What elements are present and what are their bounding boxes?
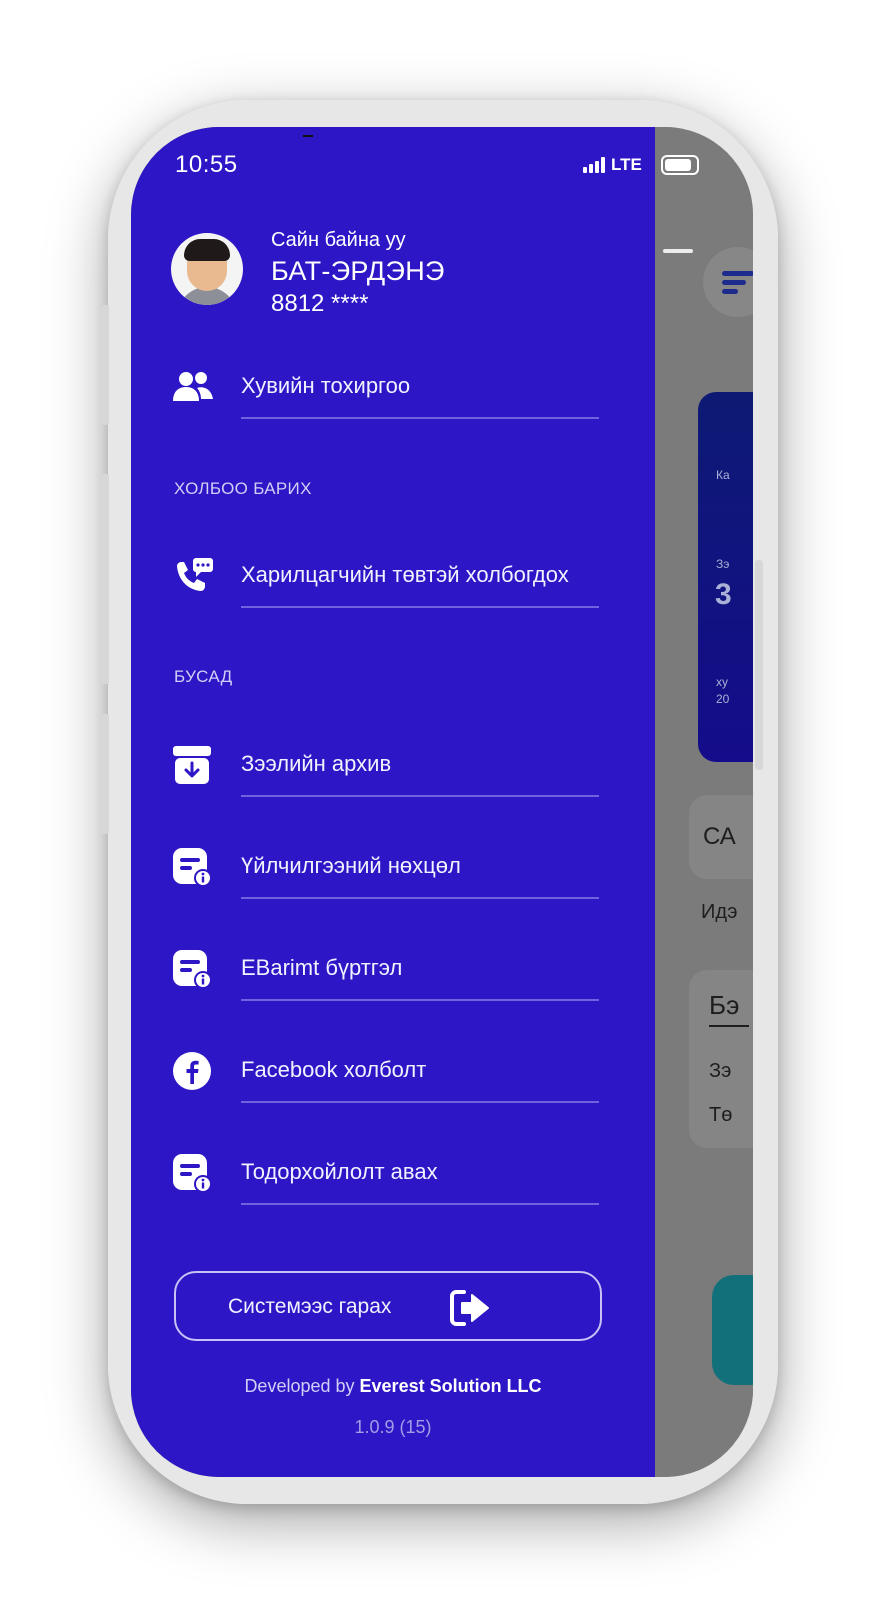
status-indicators: LTE: [583, 153, 642, 177]
menu-item-label: Хувийн тохиргоо: [241, 373, 411, 398]
menu-divider: [241, 999, 599, 1001]
background-panel-text: СА: [703, 823, 736, 850]
background-menu-button: [703, 247, 753, 317]
menu-item-label: Зээлийн архив: [241, 751, 392, 776]
logout-label: Системээс гарах: [228, 1295, 392, 1318]
section-title-contact: ХОЛБОО БАРИХ: [174, 479, 312, 498]
greeting-text: Сайн байна уу: [271, 229, 406, 251]
menu-divider: [241, 417, 599, 419]
background-info-panel: Бэ Зэ Тө: [689, 970, 753, 1148]
archive-download-icon: [173, 746, 211, 784]
phone-chat-icon: [177, 558, 213, 591]
menu-item-ebarimt[interactable]: EBarimt бүртгэл: [171, 937, 601, 1001]
background-section-text: Идэ: [701, 901, 738, 923]
side-button-volume-up: [101, 474, 109, 684]
side-button-mute: [101, 305, 109, 425]
logout-button[interactable]: Системээс гарах: [174, 1271, 602, 1341]
avatar[interactable]: [171, 233, 243, 305]
menu-item-customer-center[interactable]: Харилцагчийн төвтэй холбогдох: [171, 544, 601, 608]
menu-divider: [241, 897, 599, 899]
background-card-label: Ка: [716, 468, 730, 482]
battery-icon: [661, 155, 699, 175]
background-card-label: 20: [716, 692, 730, 706]
menu-item-loan-archive[interactable]: Зээлийн архив: [171, 733, 601, 797]
notch-mark: [303, 135, 313, 137]
facebook-icon: [173, 1052, 211, 1090]
menu-item-personal-settings[interactable]: Хувийн тохиргоо: [171, 355, 601, 419]
info-document-icon: [173, 1154, 212, 1193]
menu-item-facebook[interactable]: Facebook холболт: [171, 1039, 601, 1103]
background-panel-row: Зэ: [709, 1060, 732, 1082]
background-bottom-button: [712, 1275, 753, 1385]
background-panel: СА: [689, 795, 753, 879]
section-title-other: БУСАД: [174, 667, 233, 686]
menu-item-label: Харилцагчийн төвтэй холбогдох: [241, 562, 569, 587]
developer-credit: Developed by Everest Solution LLC: [131, 1376, 655, 1397]
developed-by-text: Developed by: [244, 1376, 355, 1396]
company-name: Everest Solution LLC: [359, 1376, 542, 1396]
background-panel-row: Тө: [709, 1104, 733, 1126]
menu-divider: [241, 1203, 599, 1205]
menu-divider: [241, 1101, 599, 1103]
background-card-label: ху: [716, 675, 728, 689]
background-card-label: Зэ: [716, 557, 730, 571]
background-divider: [709, 1025, 749, 1027]
menu-divider: [241, 606, 599, 608]
status-time: 10:55: [175, 151, 238, 178]
menu-item-label: EBarimt бүртгэл: [241, 955, 403, 980]
side-button-power: [755, 560, 763, 770]
menu-item-terms-of-service[interactable]: Үйлчилгээний нөхцөл: [171, 835, 601, 899]
menu-divider: [241, 795, 599, 797]
logout-arrow-icon: [450, 1290, 489, 1326]
info-document-icon: [173, 950, 212, 989]
user-phone: 8812 ****: [271, 290, 369, 317]
menu-item-label: Facebook холболт: [241, 1057, 427, 1082]
side-button-volume-down: [101, 714, 109, 834]
signal-icon: [583, 157, 605, 173]
phone-screen: Ка Зэ 3 ху 20 СА Идэ Бэ Зэ Тө 10:55 LTE: [131, 127, 753, 1477]
network-type: LTE: [611, 155, 642, 174]
user-name: БАТ-ЭРДЭНЭ: [271, 256, 445, 286]
users-icon: [173, 372, 213, 401]
background-card-amount: 3: [715, 578, 732, 611]
background-header-line: [663, 249, 693, 253]
menu-item-label: Үйлчилгээний нөхцөл: [241, 853, 461, 878]
info-document-icon: [173, 848, 212, 887]
app-version: 1.0.9 (15): [354, 1417, 432, 1437]
background-loan-card: Ка Зэ 3 ху 20: [698, 392, 753, 762]
background-panel-title: Бэ: [709, 990, 740, 1020]
navigation-drawer: 10:55 LTE Сайн байна уу БАТ-ЭРДЭНЭ 8812 …: [131, 127, 699, 1477]
menu-item-get-statement[interactable]: Тодорхойлолт авах: [171, 1141, 601, 1205]
menu-item-label: Тодорхойлолт авах: [241, 1159, 438, 1184]
